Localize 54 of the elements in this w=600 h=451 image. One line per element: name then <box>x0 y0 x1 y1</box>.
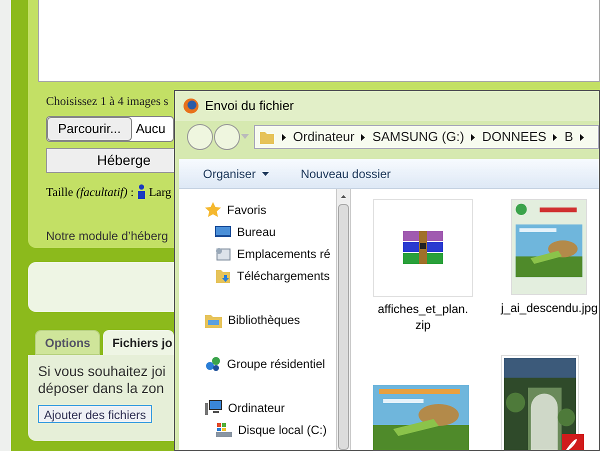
file-field[interactable]: Parcourir... Aucu <box>46 116 174 142</box>
navigation-item[interactable]: Bureau <box>179 221 336 243</box>
scroll-thumb[interactable] <box>338 204 349 450</box>
toolbar-button[interactable]: Organiser <box>203 164 269 182</box>
drive-icon <box>215 422 232 438</box>
arrow-icon <box>580 134 584 140</box>
arrow-icon <box>361 134 366 140</box>
navigation-item[interactable]: Bibliothèques <box>179 309 336 331</box>
star-icon <box>205 202 221 218</box>
navigation-item[interactable]: Favoris <box>179 199 336 221</box>
arrow-icon <box>553 134 558 140</box>
download-folder-icon <box>215 268 231 284</box>
scrollbar[interactable] <box>336 189 351 450</box>
scroll-up-icon[interactable] <box>340 195 347 198</box>
back-button[interactable] <box>187 124 213 150</box>
breadcrumb-item[interactable]: B <box>564 127 574 147</box>
breadcrumb-item[interactable]: SAMSUNG (G:) <box>372 127 464 147</box>
instruction-text: Choisissez 1 à 4 images s <box>46 93 168 110</box>
tab[interactable]: Options <box>35 330 100 355</box>
library-folder-icon <box>205 312 222 328</box>
size-label: Taille (facultatif) : <box>46 184 134 201</box>
address-bar[interactable]: Ordinateur SAMSUNG (G:) DONNEES B <box>254 125 599 149</box>
navigation-item[interactable]: Téléchargements <box>179 265 336 287</box>
attachments-text-line: déposer dans la zon <box>38 380 166 397</box>
add-files-button[interactable]: Ajouter des fichiers <box>38 405 152 423</box>
file-name[interactable]: affiches_et_plan.zip <box>375 301 471 333</box>
homegroup-icon <box>205 356 221 372</box>
breadcrumb-item[interactable]: Ordinateur <box>293 127 354 147</box>
module-note: Notre module d’héberg <box>46 228 168 245</box>
person-icon <box>136 184 146 200</box>
forward-button[interactable] <box>214 124 240 150</box>
breadcrumb-item[interactable]: DONNEES <box>482 127 546 147</box>
network-folder-icon <box>215 247 231 261</box>
archive-icon[interactable] <box>401 231 445 265</box>
arrow-icon <box>282 134 286 140</box>
caret-icon <box>241 134 249 140</box>
computer-icon <box>205 400 222 416</box>
arrow-icon <box>471 134 476 140</box>
navigation-item[interactable]: Groupe résidentiel <box>179 353 336 375</box>
folder-icon <box>259 129 275 145</box>
width-label: Larg <box>148 184 172 201</box>
upload-button[interactable]: Héberge <box>46 148 176 173</box>
monitor-icon <box>215 226 231 238</box>
attachments-text-line: Si vous souhaitez joi <box>38 363 167 380</box>
navigation-item[interactable]: Disque local (C:) <box>179 419 336 441</box>
tab[interactable]: Fichiers jo <box>103 330 174 355</box>
navigation-item[interactable]: Ordinateur <box>179 397 336 419</box>
file-name[interactable]: j_ai_descendu.jpg <box>501 299 598 317</box>
dialog-title: Envoi du fichier <box>205 97 294 116</box>
toolbar-button[interactable]: Nouveau dossier <box>300 164 391 182</box>
browser-logo-icon <box>183 98 199 114</box>
navigation-item[interactable]: Emplacements ré <box>179 243 336 265</box>
browse-button[interactable]: Parcourir... <box>47 117 132 141</box>
file-status: Aucu <box>136 120 166 138</box>
